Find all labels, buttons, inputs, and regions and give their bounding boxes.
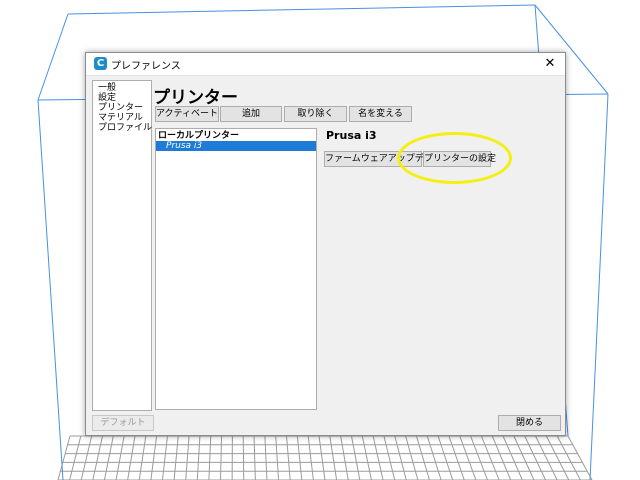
activate-button[interactable]: アクティベート [155,106,219,122]
list-item-selected[interactable]: Prusa i3 [156,141,316,151]
grid-line [480,435,500,480]
grid-line [513,435,535,480]
grid-line [138,435,147,480]
grid-line [173,435,179,480]
grid-line [426,435,442,480]
grid-line [383,435,396,480]
title-bar[interactable]: C プレファレンス ✕ [86,53,565,76]
grid-line [405,435,419,480]
grid-line [80,435,93,480]
grid-line [545,435,570,480]
grid-line [150,435,158,480]
close-icon[interactable]: ✕ [541,55,559,73]
grid-line [196,435,201,480]
grid-line [340,435,349,480]
printer-settings-button[interactable]: プリンターの設定 [423,151,496,167]
defaults-button[interactable]: デフォルト [92,415,154,431]
grid-line [437,435,454,480]
sidebar-item-settings[interactable]: 設定 [98,93,151,103]
grid-line [296,435,303,480]
grid-line [161,435,168,480]
grid-line [318,435,326,480]
window-title: プレファレンス [111,61,181,72]
grid-line [535,435,558,480]
list-group-header: ローカルプリンター [158,131,240,141]
grid-line [253,435,256,480]
grid-line [208,435,212,480]
grid-line [185,435,190,480]
selected-printer-name: Prusa i3 [326,129,377,142]
grid-line [415,435,430,480]
printer-list[interactable]: ローカルプリンター Prusa i3 [155,128,317,410]
grid-line [92,435,103,480]
rename-button[interactable]: 名を変える [349,106,412,122]
grid-line [69,435,82,480]
sidebar-item-printers[interactable]: プリンター [98,103,151,113]
add-button[interactable]: 追加 [220,106,282,122]
grid-line [350,435,361,480]
cura-app-icon: C [94,57,107,70]
grid-line [361,435,372,480]
grid-line [275,435,280,480]
grid-line [329,435,338,480]
remove-button[interactable]: 取り除く [284,106,347,122]
grid-line [264,435,268,480]
preferences-dialog: C プレファレンス ✕ 一般 設定 プリンター マテリアル プロファイル プリン… [85,52,566,436]
sidebar-item-profiles[interactable]: プロファイル [98,123,152,133]
preferences-sidebar: 一般 設定 プリンター マテリアル プロファイル [92,80,152,411]
grid-line [286,435,291,480]
firmware-update-button[interactable]: ファームウェアアップデート [324,151,442,167]
grid-line [103,435,114,480]
grid-line [242,435,245,480]
grid-line [115,435,125,480]
grid-line [491,435,512,480]
sidebar-item-materials[interactable]: マテリアル [98,113,151,123]
grid-line [57,435,71,480]
grid-line [556,435,581,480]
grid-line [307,435,314,480]
grid-line [394,435,407,480]
grid-line [567,435,593,480]
grid-line [524,435,547,480]
grid-line [220,435,223,480]
page-title: プリンター [153,88,238,108]
grid-line [372,435,384,480]
sidebar-item-general[interactable]: 一般 [98,83,151,93]
grid-line [502,435,523,480]
grid-line [127,435,136,480]
close-button[interactable]: 閉める [498,415,561,431]
build-plate-grid [57,435,593,480]
